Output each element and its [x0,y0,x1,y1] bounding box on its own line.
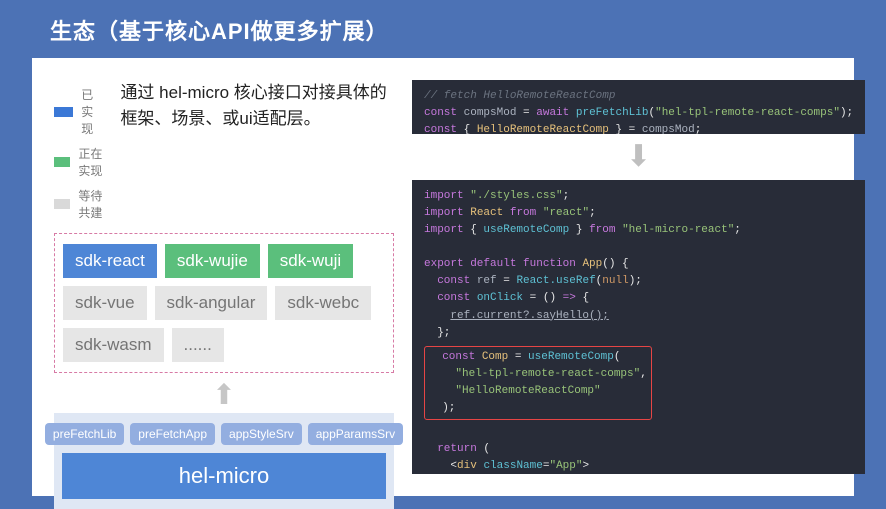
sdk-tile: sdk-angular [155,286,268,320]
arrow-down-icon: ⬇ [626,142,651,172]
sdk-tile: sdk-react [63,244,157,278]
core-api-chip: preFetchLib [45,423,124,445]
core-api-chips: preFetchLibpreFetchAppappStyleSrvappPara… [62,423,386,445]
core-api-chip: preFetchApp [130,423,215,445]
sdk-tile: sdk-wuji [268,244,353,278]
page-title: 生态（基于核心API做更多扩展） [0,0,886,58]
arrow-up-icon: ⬆ [212,381,235,409]
sdk-tile: sdk-vue [63,286,147,320]
code-block-top: // fetch HelloRemoteReactComp const comp… [412,80,865,134]
intro-text: 通过 hel-micro 核心接口对接具体的框架、场景、或ui适配层。 [120,80,394,221]
core-api-chip: appParamsSrv [308,423,403,445]
core-name: hel-micro [62,453,386,499]
legend-swatch [54,157,70,167]
core-stack: preFetchLibpreFetchAppappStyleSrvappPara… [54,413,394,509]
sdk-tile: sdk-wasm [63,328,164,362]
right-panel: // fetch HelloRemoteReactComp const comp… [412,80,865,474]
sdk-tile: sdk-webc [275,286,371,320]
legend-item: 已实现 [54,86,104,137]
legend-item: 正在实现 [54,145,104,179]
sdk-container: sdk-reactsdk-wujiesdk-wuji sdk-vuesdk-ang… [54,233,394,373]
legend-label: 等待共建 [78,187,104,221]
sdk-tile: sdk-wujie [165,244,260,278]
code-block-bottom: import "./styles.css"; import React from… [412,180,865,474]
legend-label: 正在实现 [78,145,104,179]
left-panel: 已实现 正在实现 等待共建 通过 hel-micro 核心接口对接具体的框架、场… [54,80,394,474]
content-card: 已实现 正在实现 等待共建 通过 hel-micro 核心接口对接具体的框架、场… [32,58,854,496]
core-api-chip: appStyleSrv [221,423,302,445]
legend-label: 已实现 [81,86,104,137]
legend-swatch [54,199,70,209]
sdk-tile: ...... [172,328,224,362]
highlight-region: const Comp = useRemoteComp( "hel-tpl-rem… [424,346,652,420]
legend: 已实现 正在实现 等待共建 [54,80,104,221]
legend-item: 等待共建 [54,187,104,221]
legend-swatch [54,107,73,117]
